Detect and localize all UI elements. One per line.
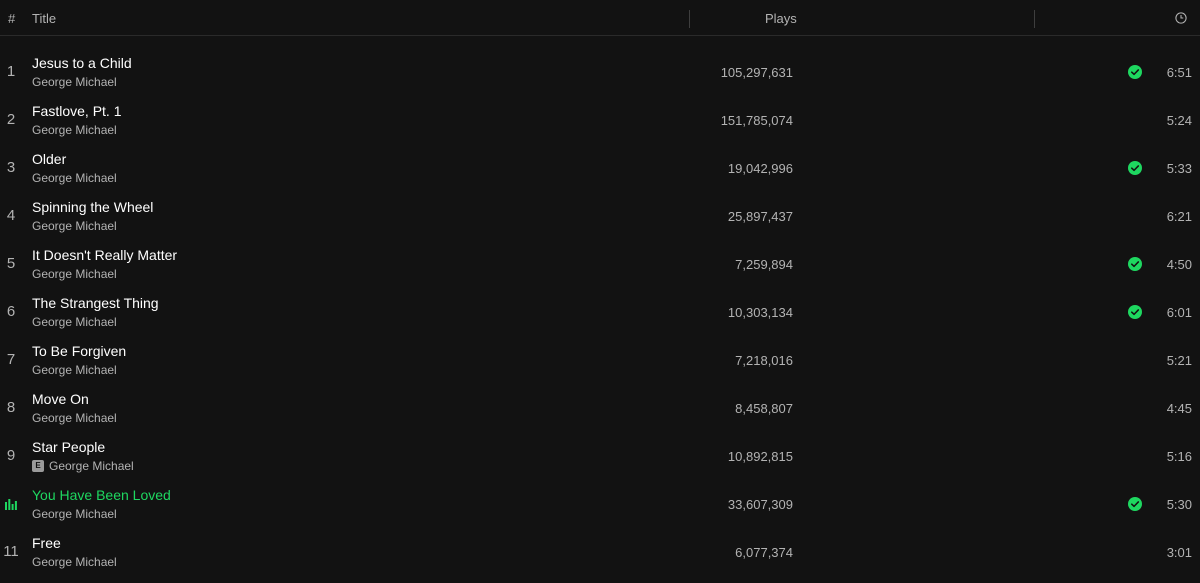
track-artist-line: George Michael <box>32 363 117 377</box>
track-number: 7 <box>6 351 16 368</box>
track-artist-line: George Michael <box>32 315 117 329</box>
track-row[interactable]: 5 It Doesn't Really Matter George Michae… <box>0 240 1200 288</box>
track-number: 2 <box>6 111 16 128</box>
tracklist-header: # Title Plays <box>0 0 1200 36</box>
track-title[interactable]: The Strangest Thing <box>32 295 159 311</box>
track-row[interactable]: 11 Free George Michael 6,077,374 3:01 <box>0 528 1200 576</box>
clock-icon[interactable] <box>1175 12 1187 24</box>
track-number: 8 <box>6 399 16 416</box>
track-row[interactable]: 7 To Be Forgiven George Michael 7,218,01… <box>0 336 1200 384</box>
track-artist[interactable]: George Michael <box>32 363 117 377</box>
track-artist[interactable]: George Michael <box>32 411 117 425</box>
track-row[interactable]: 8 Move On George Michael 8,458,807 4:45 <box>0 384 1200 432</box>
track-artist-line: George Michael <box>32 75 117 89</box>
track-plays: 25,897,437 <box>727 209 793 224</box>
track-duration: 6:21 <box>1166 209 1192 224</box>
track-number: 3 <box>6 159 16 176</box>
tracklist: 1 Jesus to a Child George Michael 105,29… <box>0 48 1200 576</box>
track-duration: 6:51 <box>1166 65 1192 80</box>
saved-check-icon[interactable] <box>1128 161 1142 175</box>
track-artist-line: George Michael <box>32 555 117 569</box>
track-duration: 3:01 <box>1166 545 1192 560</box>
track-duration: 4:50 <box>1166 257 1192 272</box>
track-title[interactable]: Older <box>32 151 66 167</box>
track-row[interactable]: 9 Star People E George Michael 10,892,815… <box>0 432 1200 480</box>
track-duration: 4:45 <box>1166 401 1192 416</box>
track-artist[interactable]: George Michael <box>32 75 117 89</box>
track-plays: 6,077,374 <box>735 545 793 560</box>
track-duration: 5:16 <box>1166 449 1192 464</box>
saved-check-icon[interactable] <box>1128 305 1142 319</box>
track-plays: 151,785,074 <box>720 113 793 128</box>
track-duration: 5:30 <box>1166 497 1192 512</box>
now-playing-equalizer-icon <box>5 499 17 510</box>
track-plays: 7,218,016 <box>735 353 793 368</box>
track-plays: 19,042,996 <box>727 161 793 176</box>
track-plays: 10,892,815 <box>727 449 793 464</box>
track-artist[interactable]: George Michael <box>32 555 117 569</box>
track-artist[interactable]: George Michael <box>32 507 117 521</box>
header-plays[interactable]: Plays <box>765 11 797 26</box>
track-row[interactable]: 1 Jesus to a Child George Michael 105,29… <box>0 48 1200 96</box>
track-artist[interactable]: George Michael <box>32 267 117 281</box>
track-artist[interactable]: George Michael <box>49 459 134 473</box>
track-title[interactable]: To Be Forgiven <box>32 343 126 359</box>
header-number: # <box>8 11 16 26</box>
track-artist-line: George Michael <box>32 411 117 425</box>
track-row[interactable]: 3 Older George Michael 19,042,996 5:33 <box>0 144 1200 192</box>
track-plays: 10,303,134 <box>727 305 793 320</box>
track-number: 11 <box>3 543 19 560</box>
track-plays: 7,259,894 <box>735 257 793 272</box>
track-artist[interactable]: George Michael <box>32 123 117 137</box>
track-artist[interactable]: George Michael <box>32 219 117 233</box>
track-artist[interactable]: George Michael <box>32 315 117 329</box>
track-artist[interactable]: George Michael <box>32 171 117 185</box>
track-duration: 5:21 <box>1166 353 1192 368</box>
explicit-badge: E <box>32 460 44 472</box>
track-artist-line: George Michael <box>32 123 117 137</box>
track-title[interactable]: Jesus to a Child <box>32 55 132 71</box>
track-number: 6 <box>6 303 16 320</box>
track-duration: 6:01 <box>1166 305 1192 320</box>
track-plays: 105,297,631 <box>720 65 793 80</box>
track-number: 4 <box>6 207 16 224</box>
track-title[interactable]: Fastlove, Pt. 1 <box>32 103 121 119</box>
track-duration: 5:33 <box>1166 161 1192 176</box>
header-title[interactable]: Title <box>32 11 56 26</box>
track-row[interactable]: 2 Fastlove, Pt. 1 George Michael 151,785… <box>0 96 1200 144</box>
track-plays: 33,607,309 <box>727 497 793 512</box>
track-number: 9 <box>6 447 16 464</box>
track-artist-line: George Michael <box>32 507 117 521</box>
track-artist-line: E George Michael <box>32 459 134 473</box>
column-divider[interactable] <box>689 10 690 28</box>
track-artist-line: George Michael <box>32 267 117 281</box>
saved-check-icon[interactable] <box>1128 497 1142 511</box>
column-divider[interactable] <box>1034 10 1035 28</box>
track-number: 5 <box>6 255 16 272</box>
track-title[interactable]: It Doesn't Really Matter <box>32 247 177 263</box>
saved-check-icon[interactable] <box>1128 257 1142 271</box>
track-artist-line: George Michael <box>32 219 117 233</box>
track-title[interactable]: Star People <box>32 439 105 455</box>
track-row[interactable]: 4 Spinning the Wheel George Michael 25,8… <box>0 192 1200 240</box>
track-row[interactable]: You Have Been Loved George Michael 33,60… <box>0 480 1200 528</box>
track-title[interactable]: Move On <box>32 391 89 407</box>
track-title[interactable]: You Have Been Loved <box>32 487 171 503</box>
track-plays: 8,458,807 <box>735 401 793 416</box>
track-duration: 5:24 <box>1166 113 1192 128</box>
track-row[interactable]: 6 The Strangest Thing George Michael 10,… <box>0 288 1200 336</box>
track-number: 1 <box>6 63 16 80</box>
track-title[interactable]: Free <box>32 535 61 551</box>
track-title[interactable]: Spinning the Wheel <box>32 199 153 215</box>
saved-check-icon[interactable] <box>1128 65 1142 79</box>
track-artist-line: George Michael <box>32 171 117 185</box>
